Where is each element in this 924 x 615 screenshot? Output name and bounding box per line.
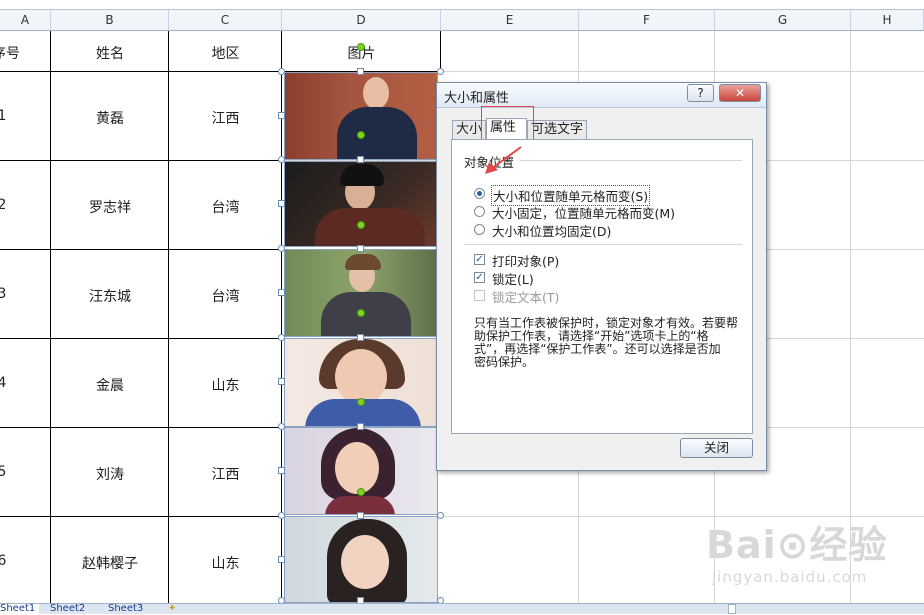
resize-handle[interactable]: [278, 245, 285, 252]
scroll-split-handle[interactable]: [728, 604, 736, 614]
rotation-handle[interactable]: [357, 398, 365, 406]
cell-number[interactable]: 6: [0, 553, 8, 569]
resize-handle[interactable]: [278, 556, 285, 563]
cell-number[interactable]: 3: [0, 286, 8, 302]
radio-dont-move-or-size-label[interactable]: 大小和位置均固定(D): [492, 221, 611, 240]
resize-handle[interactable]: [278, 156, 285, 163]
photo-image[interactable]: [284, 516, 438, 603]
cell-region[interactable]: 江西: [169, 464, 282, 484]
cell-name[interactable]: 赵韩樱子: [51, 553, 169, 573]
cell-name[interactable]: 刘涛: [51, 464, 169, 484]
dialog-titlebar[interactable]: 大小和属性 ? ✕: [437, 83, 766, 108]
annotation-arrow-icon: [485, 146, 522, 174]
properties-panel: 对象位置 大小和位置随单元格而变(S) 大小固定，位置随单元格而变(M) 大小和…: [451, 139, 753, 434]
baidu-watermark-url: jingyan.baidu.com: [712, 568, 868, 586]
print-object-label[interactable]: 打印对象(P): [492, 251, 559, 270]
cell-number[interactable]: 2: [0, 197, 8, 213]
size-properties-dialog: 大小和属性 ? ✕ 大小 属性 可选文字 对象位置 大小和位置随单元格而变(S)…: [436, 82, 767, 471]
header-cell-region[interactable]: 地区: [169, 43, 282, 63]
resize-handle[interactable]: [357, 334, 364, 341]
column-header-g[interactable]: G: [715, 10, 851, 31]
cell-name[interactable]: 汪东城: [51, 286, 169, 306]
resize-handle[interactable]: [357, 156, 364, 163]
resize-handle[interactable]: [278, 423, 285, 430]
baidu-watermark: Bai⊙经验: [706, 523, 888, 567]
print-object-checkbox[interactable]: ✓: [474, 254, 485, 265]
cell-region[interactable]: 台湾: [169, 286, 282, 306]
cell-number[interactable]: 4: [0, 375, 8, 391]
sheet-tab-bar: Sheet1 Sheet2 Sheet3 ✦: [0, 603, 924, 615]
header-cell-name[interactable]: 姓名: [51, 43, 169, 63]
lock-text-label: 锁定文本(T): [492, 290, 560, 305]
cell-name[interactable]: 黄磊: [51, 108, 169, 128]
help-button[interactable]: ?: [687, 84, 714, 102]
tab-alt-text[interactable]: 可选文字: [527, 120, 588, 139]
cell-region[interactable]: 山东: [169, 375, 282, 395]
column-header-c[interactable]: C: [169, 10, 282, 31]
close-x-button[interactable]: ✕: [719, 84, 761, 102]
resize-handle[interactable]: [278, 378, 285, 385]
photo-image[interactable]: [284, 161, 438, 247]
formula-bar-edge: [0, 0, 924, 10]
resize-handle[interactable]: [278, 112, 285, 119]
photo-image[interactable]: [284, 338, 438, 427]
resize-handle[interactable]: [278, 334, 285, 341]
locked-checkbox[interactable]: ✓: [474, 272, 485, 283]
column-header-a[interactable]: A: [0, 10, 51, 31]
resize-handle[interactable]: [437, 512, 444, 519]
insert-sheet-icon[interactable]: ✦: [164, 604, 180, 615]
cell-number[interactable]: 5: [0, 464, 8, 480]
resize-handle[interactable]: [357, 512, 364, 519]
resize-handle[interactable]: [278, 289, 285, 296]
rotation-handle[interactable]: [357, 43, 365, 51]
resize-handle[interactable]: [278, 68, 285, 75]
resize-handle[interactable]: [357, 423, 364, 430]
resize-handle[interactable]: [357, 245, 364, 252]
cell-region[interactable]: 山东: [169, 553, 282, 573]
column-header-h[interactable]: H: [851, 10, 924, 31]
header-cell-number[interactable]: 序号: [0, 43, 26, 63]
radio-dont-move-or-size[interactable]: [474, 224, 485, 235]
cell-name[interactable]: 罗志祥: [51, 197, 169, 217]
rotation-handle[interactable]: [357, 131, 365, 139]
photo-image[interactable]: [284, 72, 438, 160]
sheet-tab-1[interactable]: Sheet1: [0, 604, 40, 615]
column-header-d[interactable]: D: [282, 10, 441, 31]
photo-image[interactable]: [284, 249, 438, 337]
photo-image[interactable]: [284, 427, 438, 515]
sheet-tab-3[interactable]: Sheet3: [104, 604, 147, 615]
resize-handle[interactable]: [278, 200, 285, 207]
resize-handle[interactable]: [437, 68, 444, 75]
resize-handle[interactable]: [357, 68, 364, 75]
cell-number[interactable]: 1: [0, 108, 8, 124]
cell-region[interactable]: 台湾: [169, 197, 282, 217]
rotation-handle[interactable]: [357, 221, 365, 229]
close-button[interactable]: 关闭: [680, 438, 753, 458]
column-header-f[interactable]: F: [579, 10, 715, 31]
rotation-handle[interactable]: [357, 488, 365, 496]
column-header-b[interactable]: B: [51, 10, 169, 31]
lock-text-checkbox: [474, 290, 485, 301]
protection-note-line: 密码保护。: [474, 355, 535, 369]
column-header-e[interactable]: E: [441, 10, 579, 31]
locked-label[interactable]: 锁定(L): [492, 269, 534, 288]
radio-move-dont-size-label[interactable]: 大小固定，位置随单元格而变(M): [492, 203, 675, 222]
cell-name[interactable]: 金晨: [51, 375, 169, 395]
radio-move-and-size[interactable]: [474, 188, 485, 199]
sheet-tab-2[interactable]: Sheet2: [46, 604, 89, 615]
radio-move-dont-size[interactable]: [474, 206, 485, 217]
cell-region[interactable]: 江西: [169, 108, 282, 128]
rotation-handle[interactable]: [357, 309, 365, 317]
resize-handle[interactable]: [278, 467, 285, 474]
resize-handle[interactable]: [278, 512, 285, 519]
dialog-title: 大小和属性: [444, 91, 510, 106]
